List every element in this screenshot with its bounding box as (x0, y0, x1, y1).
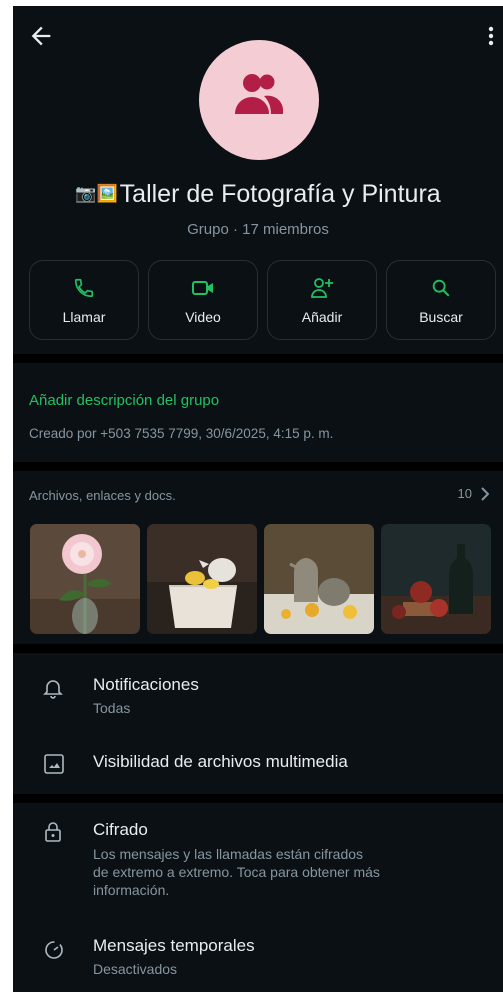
encryption-line-2: de extremo a extremo. Toca para obtener … (93, 864, 380, 880)
group-name-emoji: 📷🖼️ (75, 184, 118, 203)
group-name-text: Taller de Fotografía y Pintura (119, 180, 441, 208)
media-count-link[interactable]: 10 (458, 486, 489, 501)
media-thumbnails (30, 524, 503, 636)
group-avatar[interactable] (199, 40, 319, 160)
media-thumbnail[interactable] (147, 524, 257, 634)
section-divider (13, 794, 503, 803)
bell-icon (43, 677, 63, 704)
search-icon (387, 277, 495, 299)
phone-icon (30, 277, 138, 299)
group-info-screen: 📷🖼️Taller de Fotografía y Pintura Grupo … (13, 6, 503, 992)
media-count: 10 (457, 486, 472, 501)
notifications-title: Notificaciones (93, 675, 199, 694)
section-divider (13, 462, 503, 471)
media-thumbnail[interactable] (264, 524, 374, 634)
media-thumbnail[interactable] (30, 524, 140, 634)
group-name[interactable]: 📷🖼️Taller de Fotografía y Pintura (13, 180, 503, 209)
more-vertical-icon[interactable] (481, 22, 501, 50)
encryption-line-1: Los mensajes y las llamadas están cifrad… (93, 846, 364, 862)
encryption-line-3: información. (93, 882, 170, 898)
group-people-icon (235, 74, 283, 114)
chevron-right-icon (481, 486, 489, 501)
encryption-title: Cifrado (93, 820, 148, 839)
add-participant-button[interactable]: Añadir (267, 260, 377, 340)
call-label: Llamar (62, 309, 106, 325)
add-description-link[interactable]: Añadir descripción del grupo (29, 392, 219, 409)
image-icon (43, 753, 65, 780)
arrow-left-icon[interactable] (27, 22, 55, 50)
add-person-icon (268, 277, 376, 299)
video-button[interactable]: Video (148, 260, 258, 340)
section-divider (13, 354, 503, 363)
video-icon (149, 277, 257, 299)
timer-icon (43, 939, 65, 966)
search-label: Buscar (419, 309, 463, 325)
call-button[interactable]: Llamar (29, 260, 139, 340)
disappearing-subtitle: Desactivados (93, 961, 178, 977)
group-subtitle: Grupo · 17 miembros (187, 221, 329, 238)
media-section-title[interactable]: Archivos, enlaces y docs. (29, 488, 176, 503)
add-label: Añadir (301, 309, 343, 325)
media-thumbnail[interactable] (381, 524, 491, 634)
section-divider (13, 644, 503, 653)
video-label: Video (185, 309, 221, 325)
media-visibility-title: Visibilidad de archivos multimedia (93, 752, 348, 771)
search-button[interactable]: Buscar (386, 260, 496, 340)
disappearing-title: Mensajes temporales (93, 936, 255, 955)
notifications-subtitle: Todas (93, 700, 131, 716)
lock-icon (43, 821, 63, 848)
created-info: Creado por +503 7535 7799, 30/6/2025, 4:… (29, 426, 334, 441)
